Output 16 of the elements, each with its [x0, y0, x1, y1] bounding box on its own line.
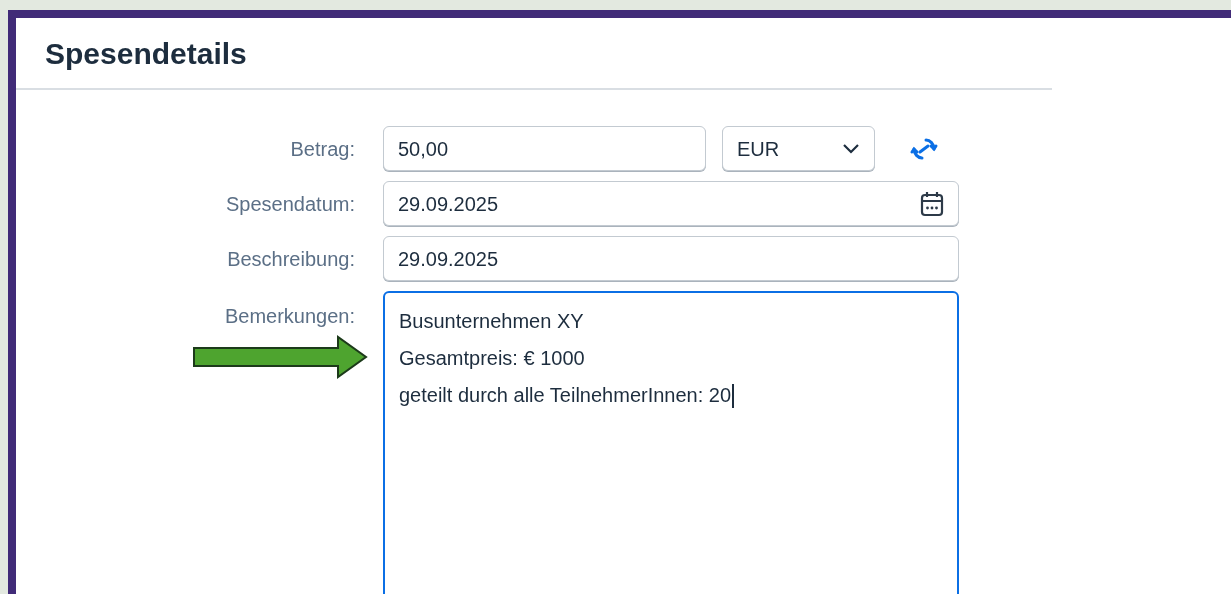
dialog-title: Spesendetails [45, 35, 247, 72]
text-line: Busunternehmen XY [399, 309, 584, 334]
field-label: Spesendatum: [226, 191, 355, 217]
text-line: geteilt durch alle TeilnehmerInnen: 20 [399, 383, 732, 408]
field-label: Betrag: [290, 136, 355, 162]
text-field[interactable]: 29.09.2025 [383, 236, 959, 281]
calendar-icon[interactable] [920, 190, 944, 217]
text-cursor [732, 383, 735, 408]
chevron-down-icon [842, 142, 860, 155]
currency-select[interactable]: EUR [722, 126, 875, 171]
remarks-textarea[interactable]: Busunternehmen XY Gesamtpreis: € 1000 geteilt durch alle TeilnehmerInnen: 20 [383, 291, 959, 594]
text-line: Gesamtpreis: € 1000 [399, 346, 585, 371]
date-field[interactable]: 29.09.2025 [383, 181, 959, 226]
field-label: Beschreibung: [227, 246, 355, 272]
amount-field[interactable]: 50,00 [383, 126, 706, 171]
field-label: Bemerkungen: [224, 304, 355, 329]
